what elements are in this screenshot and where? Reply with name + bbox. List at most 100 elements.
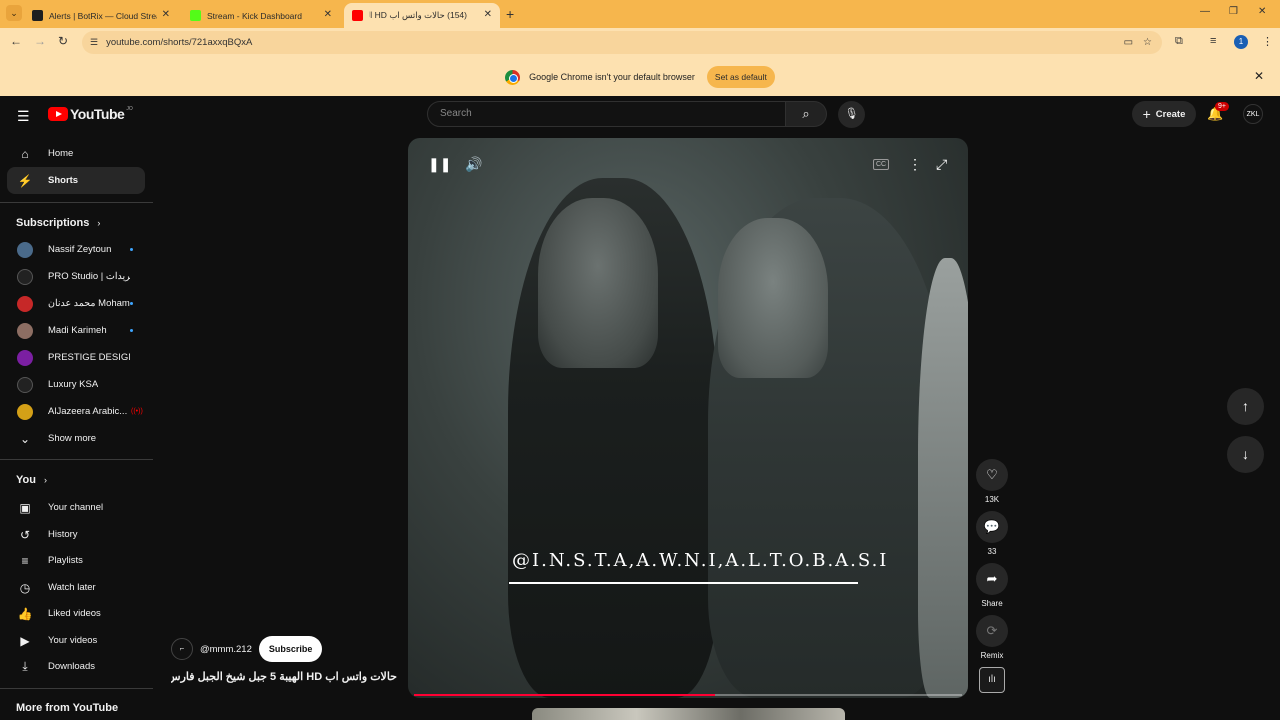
shorts-video-player[interactable]: ❚❚ 🔊 CC ⋮ ⤢ @I.N.S.T.A,A.W.N.I,A.L.T.O.B… [408, 138, 968, 698]
close-window-icon[interactable]: ✕ [1258, 6, 1266, 17]
botrix-favicon-icon [32, 10, 43, 21]
channel-handle[interactable]: @mmm.212 [200, 644, 252, 655]
search-input[interactable]: Search [427, 101, 786, 127]
sidebar-divider [0, 202, 153, 203]
pause-icon[interactable]: ❚❚ [428, 156, 451, 173]
youtube-logo[interactable]: YouTube JO [48, 106, 133, 122]
new-tab-button[interactable]: + [506, 6, 514, 22]
share-action[interactable]: ➦ Share [976, 563, 1008, 608]
video-progress-bar[interactable] [414, 694, 962, 696]
set-default-button[interactable]: Set as default [706, 66, 775, 88]
you-heading[interactable]: You › [16, 474, 47, 486]
sidebar: ⌂ Home ⚡ Shorts Subscriptions › Nassif Ze… [0, 136, 153, 720]
sidebar-item-history[interactable]: ↺ History [7, 521, 145, 548]
remix-action[interactable]: ⟳ Remix [976, 615, 1008, 660]
sidebar-item-label: Downloads [48, 661, 95, 672]
new-content-dot [130, 248, 133, 251]
forward-icon[interactable]: → [34, 34, 46, 48]
sidebar-item-shorts[interactable]: ⚡ Shorts [7, 167, 145, 194]
sidebar-item-label: Your channel [48, 502, 104, 513]
site-info-icon[interactable]: ☰ [90, 37, 98, 48]
fullscreen-icon[interactable]: ⤢ [936, 156, 947, 173]
sidebar-item-label: History [48, 529, 78, 540]
sidebar-item-subscription[interactable]: Madi Karimeh [7, 317, 145, 344]
next-short-preview[interactable] [532, 708, 845, 720]
video-face [718, 218, 828, 378]
volume-icon[interactable]: 🔊 [465, 156, 482, 173]
video-icon: ▶ [20, 633, 30, 648]
sidebar-item-subscription[interactable]: PRESTIGE DESIGN... [7, 344, 145, 371]
browser-tab-strip: ⌄ Alerts | BotRix — Cloud Streaming ✕ St… [0, 0, 1280, 28]
thumbs-up-icon: 👍 [17, 606, 33, 621]
close-tab-icon[interactable]: ✕ [162, 9, 170, 20]
sidebar-item-subscription[interactable]: AlJazeera Arabic... ((•)) [7, 398, 145, 425]
comment-icon[interactable]: 💬 [976, 511, 1008, 543]
progress-fill [414, 694, 716, 696]
kick-favicon-icon [190, 10, 201, 21]
like-action[interactable]: ♡ 13K [976, 459, 1008, 504]
captions-icon[interactable]: CC [873, 159, 890, 170]
search-button[interactable]: ⌕ [786, 101, 827, 127]
reload-icon[interactable]: ↻ [58, 34, 68, 48]
browser-tab-youtube[interactable]: (154) حالات واتس اب HD الهيبة ✕ [344, 3, 500, 28]
comments-action[interactable]: 💬 33 [976, 511, 1008, 556]
video-title[interactable]: حالات واتس اب HD الهيبة 5 جبل شيخ الجبل … [171, 670, 397, 683]
arrow-up-icon: ↑ [1242, 398, 1249, 414]
sidebar-item-liked-videos[interactable]: 👍 Liked videos [7, 600, 145, 627]
create-button[interactable]: + Create [1132, 101, 1196, 127]
sidebar-item-watch-later[interactable]: ◷ Watch later [7, 574, 145, 601]
chrome-menu-icon[interactable]: ⋮ [1262, 35, 1273, 48]
sidebar-item-subscription[interactable]: PRO Studio | الريدات [7, 263, 145, 290]
channel-row: ⌐ @mmm.212 Subscribe [171, 636, 323, 662]
menu-icon[interactable]: ☰ [17, 108, 30, 125]
extensions-icon[interactable]: ⧉ [1175, 35, 1183, 48]
sidebar-item-playlists[interactable]: ≡ Playlists [7, 547, 145, 574]
sidebar-item-subscription[interactable]: Luxury KSA [7, 371, 145, 398]
browser-tab-botrix[interactable]: Alerts | BotRix — Cloud Streaming ✕ [24, 3, 178, 28]
show-more-button[interactable]: ⌄ Show more [7, 425, 145, 452]
more-title: More from YouTube [16, 702, 119, 714]
cast-icon[interactable]: ▭ [1124, 37, 1133, 48]
browser-tab-kick[interactable]: Stream - Kick Dashboard ✕ [182, 3, 340, 28]
account-avatar[interactable]: ZKL [1243, 104, 1263, 124]
sidebar-item-label: Nassif Zeytoun [48, 244, 112, 255]
sidebar-item-label: Shorts [48, 175, 79, 186]
bookmark-star-icon[interactable]: ☆ [1143, 37, 1152, 48]
close-banner-icon[interactable]: ✕ [1254, 69, 1264, 83]
profile-avatar[interactable]: 1 [1234, 35, 1248, 49]
sidebar-item-label: Playlists [48, 555, 83, 566]
sidebar-item-your-videos[interactable]: ▶ Your videos [7, 627, 145, 654]
subscriptions-heading[interactable]: Subscriptions › [16, 217, 100, 229]
sidebar-item-subscription[interactable]: محمد عدنان Moham... [7, 290, 145, 317]
plus-icon: + [1142, 106, 1151, 122]
remix-icon[interactable]: ⟳ [976, 615, 1008, 647]
next-short-button[interactable]: ↓ [1227, 436, 1264, 473]
tab-search-button[interactable]: ⌄ [6, 5, 22, 21]
close-tab-icon[interactable]: ✕ [484, 9, 492, 20]
minimize-icon[interactable]: — [1200, 6, 1210, 17]
subscribe-button[interactable]: Subscribe [258, 636, 323, 662]
voice-search-button[interactable]: 🎙 [838, 101, 865, 128]
channel-avatar [17, 349, 33, 366]
audio-track-icon[interactable]: ılı [979, 667, 1005, 693]
reading-list-icon[interactable]: ≡ [1210, 35, 1216, 47]
sidebar-item-subscription[interactable]: Nassif Zeytoun [7, 236, 145, 263]
address-bar[interactable]: ☰ youtube.com/shorts/721axxqBQxA ▭ ☆ [82, 31, 1162, 54]
chevron-down-icon: ⌄ [19, 431, 31, 446]
share-icon[interactable]: ➦ [976, 563, 1008, 595]
download-icon: ⤓ [22, 659, 28, 673]
sidebar-item-home[interactable]: ⌂ Home [7, 140, 145, 167]
maximize-icon[interactable]: ❐ [1229, 6, 1238, 17]
sidebar-item-downloads[interactable]: ⤓ Downloads [7, 653, 145, 680]
more-options-icon[interactable]: ⋮ [908, 156, 922, 173]
sidebar-item-label: Home [48, 148, 74, 159]
close-tab-icon[interactable]: ✕ [324, 9, 332, 20]
video-watermark: @I.N.S.T.A,A.W.N.I,A.L.T.O.B.A.S.I [512, 550, 889, 571]
chevron-right-icon: › [43, 475, 47, 485]
sidebar-item-your-channel[interactable]: ▣ Your channel [7, 494, 145, 521]
sidebar-divider [0, 459, 153, 460]
channel-avatar[interactable]: ⌐ [171, 638, 193, 660]
like-heart-icon[interactable]: ♡ [976, 459, 1008, 491]
back-icon[interactable]: ← [10, 34, 22, 48]
previous-short-button[interactable]: ↑ [1227, 388, 1264, 425]
